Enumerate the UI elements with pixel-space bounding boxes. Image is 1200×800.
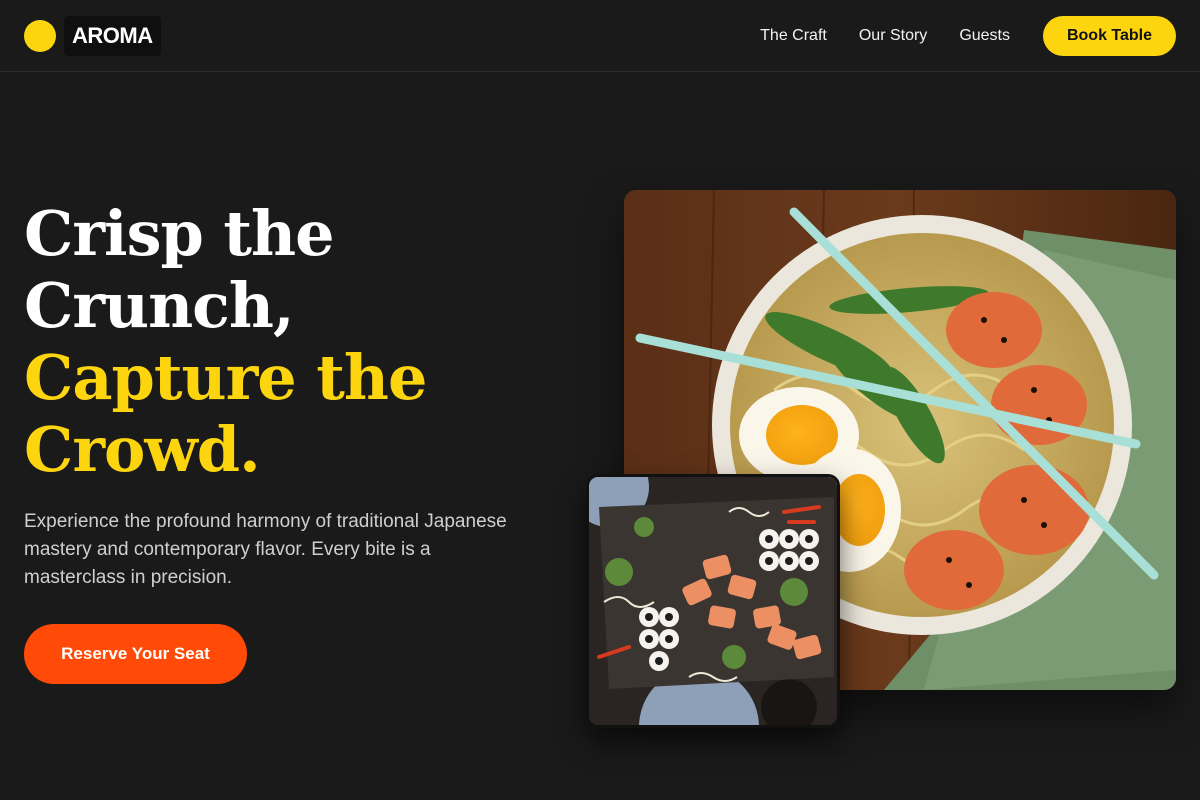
nav-link-the-craft[interactable]: The Craft [760, 24, 827, 48]
top-nav: AROMA The Craft Our Story Guests Book Ta… [0, 0, 1200, 72]
hero-headline: Crisp the Crunch, Capture the Crowd. [24, 197, 427, 486]
brand-logo[interactable]: AROMA [64, 16, 161, 56]
headline-line-3: Capture the [24, 341, 427, 414]
headline-line-2: Crunch, [24, 269, 295, 342]
nav-link-guests[interactable]: Guests [959, 24, 1010, 48]
book-table-button[interactable]: Book Table [1043, 16, 1176, 56]
nav-links: The Craft Our Story Guests [760, 24, 1010, 48]
nav-link-our-story[interactable]: Our Story [859, 24, 927, 48]
sushi-platter-image [586, 474, 840, 728]
reserve-seat-button[interactable]: Reserve Your Seat [24, 624, 247, 684]
headline-line-4: Crowd. [24, 413, 261, 486]
headline-line-1: Crisp the [24, 197, 335, 270]
logo-icon[interactable] [24, 20, 56, 52]
hero-description: Experience the profound harmony of tradi… [24, 511, 507, 588]
